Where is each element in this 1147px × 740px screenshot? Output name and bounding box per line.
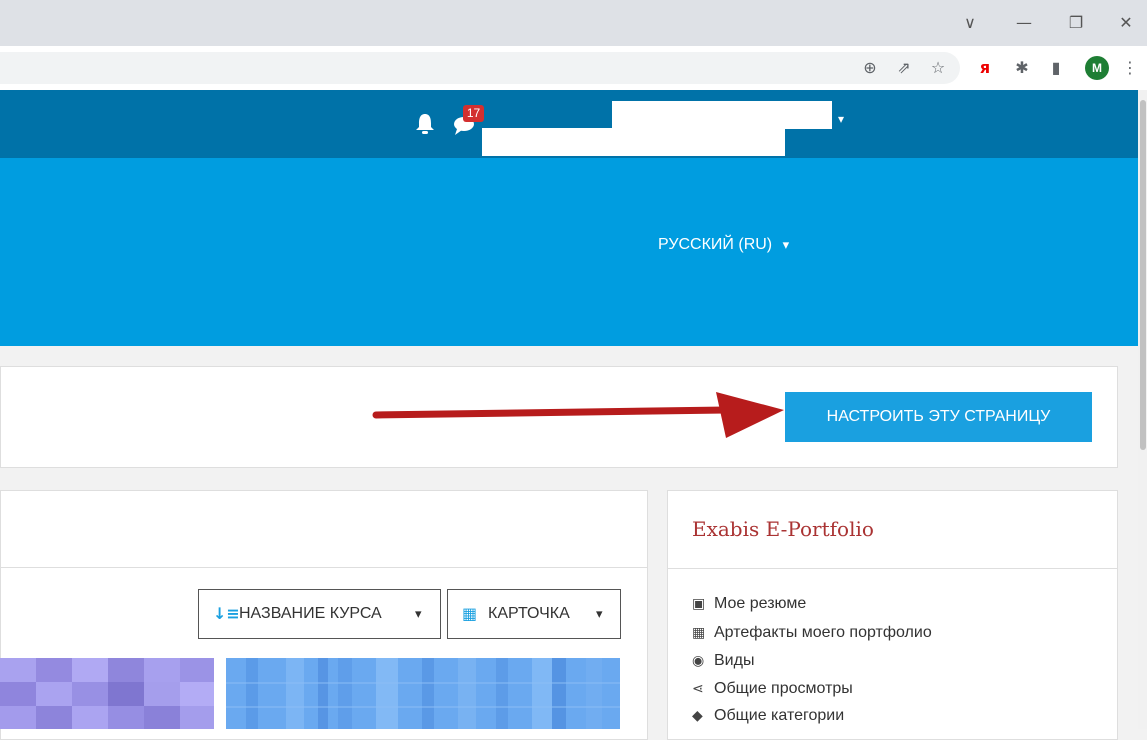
tab-search-icon[interactable]: ∨ <box>950 8 990 38</box>
block-title: Exabis E-Portfolio <box>692 517 874 541</box>
language-label: РУССКИЙ (RU) <box>658 236 773 253</box>
language-selector[interactable]: РУССКИЙ (RU) ▾ <box>658 236 789 254</box>
messages-badge: 17 <box>463 105 484 122</box>
redacted-username[interactable] <box>612 101 832 129</box>
list-item[interactable]: ⋖ Общие просмотры <box>692 680 853 698</box>
list-item-label: Артефакты моего портфолио <box>714 624 932 641</box>
close-button[interactable]: ✕ <box>1106 8 1146 38</box>
red-arrow-annotation <box>372 392 784 438</box>
page-header-banner <box>0 158 1138 346</box>
chevron-down-icon: ▾ <box>782 237 790 252</box>
customize-page-button[interactable]: НАСТРОИТЬ ЭТУ СТРАНИЦУ <box>785 392 1092 442</box>
tag-icon: ◆ <box>692 708 703 724</box>
browser-titlebar: ∨ — ❐ ✕ <box>0 0 1147 46</box>
sort-label: НАЗВАНИЕ КУРСА <box>239 605 382 622</box>
address-bar[interactable] <box>0 52 960 84</box>
view-dropdown[interactable]: ▦ КАРТОЧКА ▾ <box>447 589 621 639</box>
browser-toolbar: ⊕ ⇗ ☆ я ✱ ▮ M ⋮ <box>0 46 1147 90</box>
list-item[interactable]: ◆ Общие категории <box>692 707 844 725</box>
sort-dropdown[interactable]: ↓≡ НАЗВАНИЕ КУРСА ▾ <box>198 589 441 639</box>
sidebar-icon[interactable]: ▮ <box>1044 56 1068 80</box>
divider <box>667 568 1118 569</box>
chevron-down-icon: ▾ <box>596 606 603 621</box>
share-icon: ⋖ <box>692 681 704 697</box>
chevron-down-icon: ▾ <box>415 606 422 621</box>
list-item-label: Мое резюме <box>714 595 807 612</box>
list-item-label: Общие просмотры <box>714 680 853 697</box>
list-item-label: Общие категории <box>714 707 845 724</box>
course-card-image[interactable] <box>0 658 214 729</box>
eye-icon: ◉ <box>692 653 705 669</box>
list-item[interactable]: ▦ Артефакты моего портфолио <box>692 624 932 642</box>
divider <box>0 567 648 568</box>
profile-avatar[interactable]: M <box>1085 56 1109 80</box>
list-item[interactable]: ▣ Мое резюме <box>692 595 806 613</box>
resume-icon: ▣ <box>692 596 706 612</box>
course-card-image[interactable] <box>226 658 620 729</box>
view-label: КАРТОЧКА <box>488 605 570 622</box>
yandex-icon[interactable]: я <box>973 56 997 80</box>
star-icon[interactable]: ☆ <box>926 56 950 80</box>
restore-button[interactable]: ❐ <box>1056 8 1096 38</box>
redacted-username-line <box>482 128 785 156</box>
extensions-icon[interactable]: ✱ <box>1010 56 1034 80</box>
minimize-button[interactable]: — <box>1004 8 1044 38</box>
grid-icon: ▦ <box>462 604 478 623</box>
share-icon[interactable]: ⇗ <box>892 56 916 80</box>
bell-icon[interactable] <box>414 112 436 136</box>
scrollbar-thumb[interactable] <box>1140 100 1146 450</box>
user-menu-caret-icon[interactable]: ▾ <box>838 112 844 126</box>
artifacts-icon: ▦ <box>692 625 706 641</box>
sort-icon: ↓≡ <box>213 604 240 623</box>
list-item[interactable]: ◉ Виды <box>692 652 754 670</box>
zoom-icon[interactable]: ⊕ <box>858 56 882 80</box>
menu-icon[interactable]: ⋮ <box>1118 56 1142 80</box>
list-item-label: Виды <box>714 652 755 669</box>
